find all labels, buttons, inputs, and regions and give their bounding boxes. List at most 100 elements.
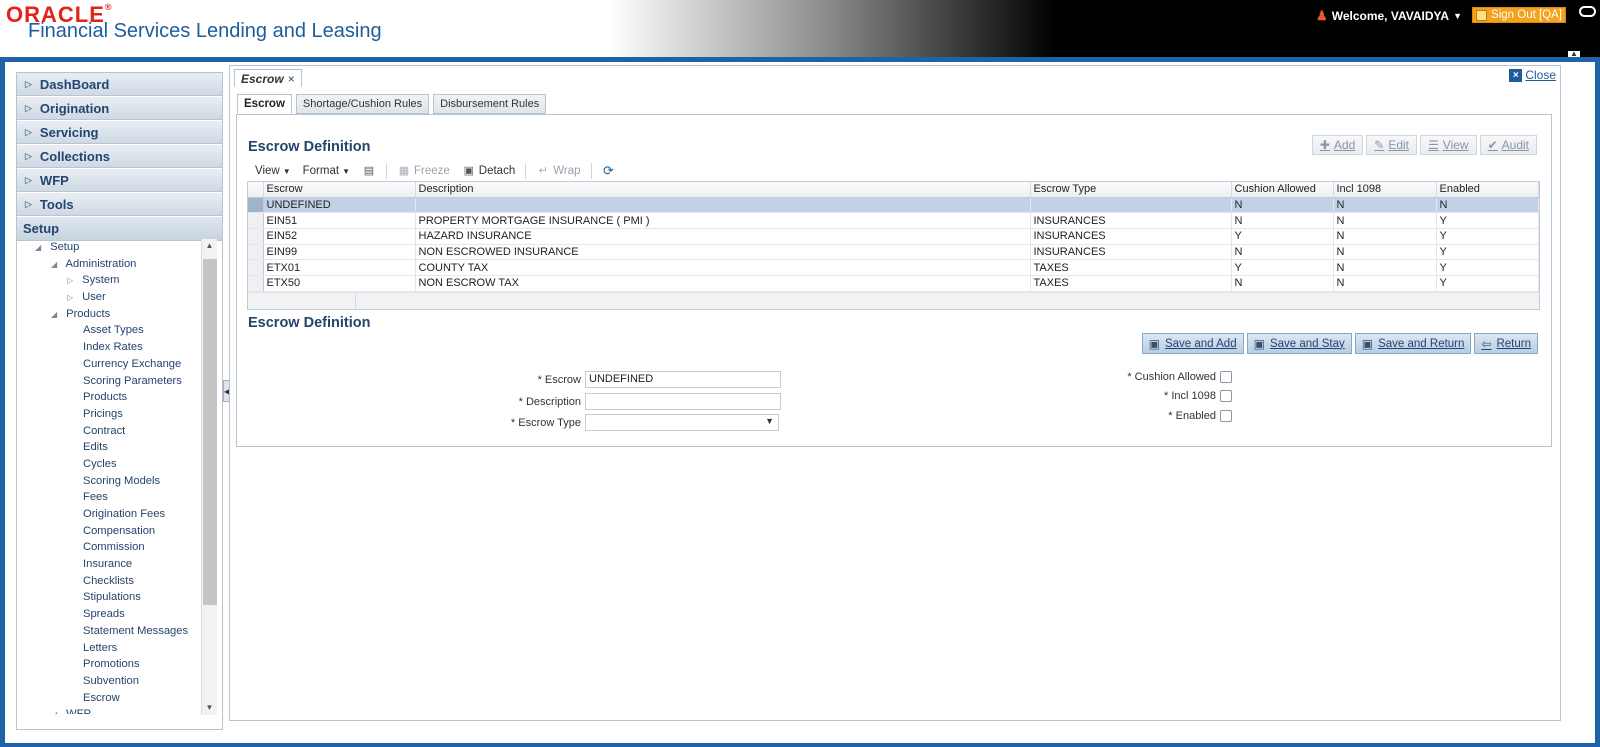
view-button[interactable]: ☰ View <box>1420 135 1477 155</box>
row-selector[interactable] <box>248 275 264 292</box>
row-selector[interactable] <box>248 244 264 261</box>
return-button[interactable]: ⇦ Return <box>1474 333 1538 354</box>
export-button[interactable]: ▤ <box>356 164 382 178</box>
collapsed-triangle-icon[interactable]: ▷ <box>67 273 79 290</box>
tree-item-label: Index Rates <box>83 341 143 354</box>
audit-button[interactable]: ✔ Audit <box>1479 135 1537 155</box>
nav-label: Collections <box>39 148 110 164</box>
view-menu[interactable]: View ▼ <box>249 165 297 177</box>
save-and-stay-button[interactable]: ▣ Save and Stay <box>1246 333 1352 354</box>
table-row[interactable]: UNDEFINED N N N <box>248 197 1539 214</box>
tree-item[interactable]: Cycles <box>17 456 201 473</box>
tree-item[interactable]: Contract <box>17 423 201 440</box>
tree-item[interactable]: Stipulations <box>17 589 201 606</box>
table-row[interactable]: EIN51 PROPERTY MORTGAGE INSURANCE ( PMI )… <box>248 212 1539 229</box>
tree-item[interactable]: ◢ Products <box>17 306 201 323</box>
wrap-button[interactable]: ↵ Wrap <box>530 164 586 178</box>
tree-item[interactable]: Checklists <box>17 573 201 590</box>
table-row[interactable]: ETX01 COUNTY TAX TAXES Y N Y <box>248 259 1539 276</box>
tree-item[interactable]: Currency Exchange <box>17 356 201 373</box>
tree-item[interactable]: Fees <box>17 489 201 506</box>
tree-item[interactable]: Index Rates <box>17 339 201 356</box>
format-menu[interactable]: Format ▼ <box>297 165 356 177</box>
tree-item[interactable]: Compensation <box>17 523 201 540</box>
tree-item[interactable]: Pricings <box>17 406 201 423</box>
row-selector[interactable] <box>248 197 264 214</box>
tree-item[interactable]: Spreads <box>17 606 201 623</box>
tree-item[interactable]: ◢ WFP <box>17 706 201 714</box>
expanded-triangle-icon[interactable]: ◢ <box>51 257 63 274</box>
tree-item[interactable]: ◢ Setup <box>17 239 201 256</box>
tree-item[interactable]: Subvention <box>17 673 201 690</box>
nav-collections[interactable]: ▷ Collections <box>17 145 222 168</box>
tree-item[interactable]: Asset Types <box>17 322 201 339</box>
column-header[interactable]: Incl 1098 <box>1333 182 1437 198</box>
tree-item[interactable]: Scoring Models <box>17 473 201 490</box>
tab-shortage-cushion-rules[interactable]: Shortage/Cushion Rules <box>295 94 430 114</box>
row-selector[interactable] <box>248 259 264 276</box>
tree-item[interactable]: ◢ Administration <box>17 256 201 273</box>
sign-out-button[interactable]: Sign Out [QA] <box>1472 7 1566 23</box>
table-row[interactable]: ETX50 NON ESCROW TAX TAXES N N Y <box>248 275 1539 292</box>
refresh-button[interactable]: ⟳ <box>596 164 622 178</box>
column-header[interactable]: Description <box>415 182 1031 198</box>
table-row[interactable]: EIN52 HAZARD INSURANCE INSURANCES Y N Y <box>248 228 1539 245</box>
add-button[interactable]: ✚ Add <box>1311 135 1364 155</box>
scroll-thumb[interactable] <box>203 259 217 605</box>
tree-item[interactable]: Promotions <box>17 656 201 673</box>
table-cell: HAZARD INSURANCE <box>415 228 1031 245</box>
description-input[interactable] <box>585 393 781 410</box>
column-header[interactable]: Escrow Type <box>1030 182 1232 198</box>
escrow-type-select[interactable]: ▼ <box>585 414 779 431</box>
tree-item[interactable]: ▷ System <box>17 272 201 289</box>
nav-origination[interactable]: ▷ Origination <box>17 97 222 120</box>
scroll-up-icon[interactable]: ▲ <box>202 239 217 253</box>
column-header[interactable]: Escrow <box>263 182 416 198</box>
scroll-down-icon[interactable]: ▼ <box>202 701 217 715</box>
row-selector[interactable] <box>248 212 264 229</box>
detach-button[interactable]: ▣ Detach <box>456 164 521 178</box>
incl-1098-checkbox[interactable] <box>1220 390 1232 402</box>
collapse-header-icon[interactable]: ▲ <box>1568 50 1580 58</box>
page-tab-escrow[interactable]: Escrow × <box>234 69 302 87</box>
freeze-button[interactable]: ▦ Freeze <box>391 164 456 178</box>
tree-scrollbar[interactable]: ▲ ▼ <box>201 239 217 715</box>
nav-wfp[interactable]: ▷ WFP <box>17 169 222 192</box>
close-tab-icon[interactable]: × <box>288 72 295 86</box>
nav-dashboard[interactable]: ▷ DashBoard <box>17 73 222 96</box>
nav-setup-header[interactable]: Setup <box>17 217 222 241</box>
tree-item[interactable]: Scoring Parameters <box>17 373 201 390</box>
user-menu[interactable]: ♟ Welcome, VAVAIDYA ▼ <box>1316 8 1462 24</box>
tree-item[interactable]: Letters <box>17 640 201 657</box>
cushion-allowed-checkbox[interactable] <box>1220 371 1232 383</box>
tree-item[interactable]: ▷ User <box>17 289 201 306</box>
tree-item[interactable]: Edits <box>17 439 201 456</box>
main-content: Escrow × × Close Escrow Shortage/Cushion … <box>229 65 1561 721</box>
expanded-triangle-icon[interactable]: ◢ <box>51 307 63 324</box>
nav-servicing[interactable]: ▷ Servicing <box>17 121 222 144</box>
close-link[interactable]: × Close <box>1509 68 1556 82</box>
chevron-right-icon: ▷ <box>25 150 32 161</box>
tree-item[interactable]: Commission <box>17 539 201 556</box>
save-and-return-button[interactable]: ▣ Save and Return <box>1354 333 1472 354</box>
row-selector[interactable] <box>248 228 264 245</box>
edit-button[interactable]: ✎ Edit <box>1366 135 1418 155</box>
column-header[interactable]: Enabled <box>1436 182 1539 198</box>
escrow-input[interactable]: UNDEFINED <box>585 371 781 388</box>
expanded-triangle-icon[interactable]: ◢ <box>35 240 47 257</box>
enabled-checkbox[interactable] <box>1220 410 1232 422</box>
expanded-triangle-icon[interactable]: ◢ <box>51 707 63 714</box>
tab-disbursement-rules[interactable]: Disbursement Rules <box>433 94 547 114</box>
save-and-add-button[interactable]: ▣ Save and Add <box>1141 333 1244 354</box>
tree-item[interactable]: Statement Messages <box>17 623 201 640</box>
tree-item[interactable]: Escrow <box>17 690 201 707</box>
collapsed-triangle-icon[interactable]: ▷ <box>67 290 79 307</box>
tree-item[interactable]: Origination Fees <box>17 506 201 523</box>
tree-item[interactable]: Insurance <box>17 556 201 573</box>
table-cell: Y <box>1436 212 1539 229</box>
nav-tools[interactable]: ▷ Tools <box>17 193 222 216</box>
tab-escrow[interactable]: Escrow <box>237 94 292 114</box>
tree-item[interactable]: Products <box>17 389 201 406</box>
table-row[interactable]: EIN99 NON ESCROWED INSURANCE INSURANCES N N Y <box>248 244 1539 261</box>
column-header[interactable]: Cushion Allowed <box>1231 182 1334 198</box>
